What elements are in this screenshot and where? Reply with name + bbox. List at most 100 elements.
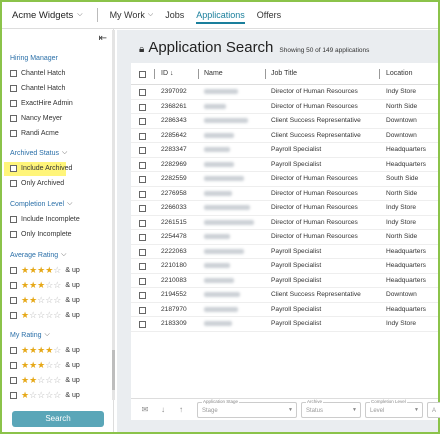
section-my-rating[interactable]: My Rating ⌵: [10, 331, 50, 339]
mail-icon[interactable]: ✉: [139, 404, 151, 416]
row-checkbox[interactable]: [139, 263, 146, 270]
table-row[interactable]: 2276958 Director of Human Resources North …: [131, 187, 438, 201]
table-row[interactable]: 2285642 Client Success Representative Down…: [131, 129, 438, 143]
archive-select[interactable]: Archive Status ▼: [301, 399, 361, 418]
cell-id[interactable]: 2368261: [161, 103, 187, 110]
completion-level-select[interactable]: Completion Level Level ▼: [365, 399, 423, 418]
row-checkbox[interactable]: [139, 248, 146, 256]
checkbox[interactable]: [10, 377, 17, 384]
checkbox[interactable]: [10, 392, 17, 399]
table-row[interactable]: 2266033 Director of Human Resources Indy S…: [131, 201, 438, 216]
table-row[interactable]: 2194552 Client Success Representative Down…: [131, 288, 438, 303]
table-row[interactable]: 2283347 Payroll Specialist Headquarters: [131, 143, 438, 158]
cell-id[interactable]: 2210083: [161, 277, 187, 284]
table-row[interactable]: 2183309 Payroll Specialist Indy Store: [131, 317, 438, 332]
rating-option[interactable]: ★★★★☆ & up: [10, 345, 80, 356]
nav-my-work[interactable]: My Work ⌵: [110, 10, 154, 20]
cell-id[interactable]: 2282969: [161, 161, 187, 168]
cell-id[interactable]: 2282559: [161, 175, 187, 182]
row-checkbox[interactable]: [139, 132, 146, 140]
row-checkbox[interactable]: [139, 205, 146, 212]
checkbox[interactable]: [10, 267, 17, 274]
arrow-down-icon[interactable]: ↓: [157, 404, 169, 416]
filter-option[interactable]: Include Incomplete: [10, 216, 80, 223]
cell-id[interactable]: 2222063: [161, 248, 187, 255]
row-checkbox[interactable]: [139, 103, 146, 111]
filter-option-include-archived[interactable]: Include Archived: [10, 165, 72, 172]
row-checkbox[interactable]: [139, 321, 146, 328]
checkbox[interactable]: [10, 180, 17, 187]
row-checkbox[interactable]: [139, 190, 146, 198]
nav-jobs[interactable]: Jobs: [165, 10, 184, 20]
cell-id[interactable]: 2286343: [161, 117, 187, 124]
cell-id[interactable]: 2261515: [161, 219, 187, 226]
select-all-checkbox[interactable]: [139, 71, 146, 78]
rating-option[interactable]: ★☆☆☆☆ & up: [10, 390, 80, 401]
checkbox[interactable]: [10, 312, 17, 319]
filter-option-only-archived[interactable]: Only Archived: [10, 180, 64, 187]
sidebar-scrollbar[interactable]: [112, 30, 115, 400]
checkbox[interactable]: [10, 216, 17, 223]
section-average-rating[interactable]: Average Rating ⌵: [10, 251, 66, 259]
checkbox[interactable]: [10, 347, 17, 354]
table-row[interactable]: 2210180 Payroll Specialist Headquarters: [131, 259, 438, 274]
table-row[interactable]: 2368261 Director of Human Resources North …: [131, 100, 438, 114]
cell-id[interactable]: 2183309: [161, 320, 187, 327]
rating-option[interactable]: ★☆☆☆☆ & up: [10, 310, 80, 321]
filter-option[interactable]: Chantel Hatch: [10, 70, 65, 77]
filter-option[interactable]: Only Incomplete: [10, 231, 72, 238]
section-hiring-manager[interactable]: Hiring Manager: [10, 55, 58, 62]
checkbox[interactable]: [10, 231, 17, 238]
table-row[interactable]: 2187970 Payroll Specialist Headquarters: [131, 303, 438, 317]
extra-select[interactable]: A: [427, 402, 440, 418]
filter-option[interactable]: Chantel Hatch: [10, 85, 65, 92]
row-checkbox[interactable]: [139, 234, 146, 241]
table-row[interactable]: 2222063 Payroll Specialist Headquarters: [131, 245, 438, 259]
table-row[interactable]: 2254478 Director of Human Resources North …: [131, 230, 438, 245]
row-checkbox[interactable]: [139, 306, 146, 314]
cell-id[interactable]: 2187970: [161, 306, 187, 313]
column-header-name[interactable]: Name: [204, 70, 223, 77]
table-row[interactable]: 2261515 Director of Human Resources Indy S…: [131, 216, 438, 230]
row-checkbox[interactable]: [139, 176, 146, 183]
rating-option[interactable]: ★★★★☆ & up: [10, 265, 80, 276]
row-checkbox[interactable]: [139, 89, 146, 96]
checkbox[interactable]: [10, 70, 17, 77]
collapse-left-icon[interactable]: ⇤: [99, 33, 107, 44]
application-stage-select[interactable]: Application Stage Stage ▼: [197, 399, 297, 418]
nav-applications[interactable]: Applications: [196, 10, 245, 24]
checkbox[interactable]: [10, 130, 17, 137]
table-row[interactable]: 2397092 Director of Human Resources Indy S…: [131, 85, 438, 100]
cell-id[interactable]: 2283347: [161, 146, 187, 153]
row-checkbox[interactable]: [139, 161, 146, 169]
cell-id[interactable]: 2397092: [161, 88, 187, 95]
checkbox[interactable]: [10, 85, 17, 92]
cell-id[interactable]: 2276958: [161, 190, 187, 197]
table-row[interactable]: 2282969 Payroll Specialist Headquarters: [131, 158, 438, 172]
rating-option[interactable]: ★★☆☆☆ & up: [10, 375, 80, 386]
nav-offers[interactable]: Offers: [257, 10, 281, 20]
cell-id[interactable]: 2266033: [161, 204, 187, 211]
section-completion-level[interactable]: Completion Level ⌵: [10, 200, 72, 208]
cell-id[interactable]: 2194552: [161, 291, 187, 298]
filter-option[interactable]: ExactHire Admin: [10, 100, 73, 107]
table-row[interactable]: 2286343 Client Success Representative Down…: [131, 114, 438, 129]
row-checkbox[interactable]: [139, 292, 146, 299]
search-button[interactable]: Search: [12, 411, 104, 427]
checkbox[interactable]: [10, 362, 17, 369]
cell-id[interactable]: 2254478: [161, 233, 187, 240]
arrow-up-icon[interactable]: ↑: [175, 404, 187, 416]
checkbox[interactable]: [10, 115, 17, 122]
section-archived-status[interactable]: Archived Status ⌵: [10, 149, 67, 157]
row-checkbox[interactable]: [139, 219, 146, 227]
column-header-job-title[interactable]: Job Title: [271, 70, 297, 77]
checkbox[interactable]: [10, 282, 17, 289]
scrollbar-thumb[interactable]: [112, 350, 115, 390]
checkbox[interactable]: [10, 165, 17, 172]
filter-option[interactable]: Nancy Meyer: [10, 115, 62, 122]
table-row[interactable]: 2282559 Director of Human Resources South …: [131, 172, 438, 187]
filter-option[interactable]: Randi Acme: [10, 130, 59, 137]
cell-id[interactable]: 2285642: [161, 132, 187, 139]
column-header-location[interactable]: Location: [386, 70, 412, 77]
brand-menu[interactable]: Acme Widgets ⌵: [12, 10, 83, 21]
